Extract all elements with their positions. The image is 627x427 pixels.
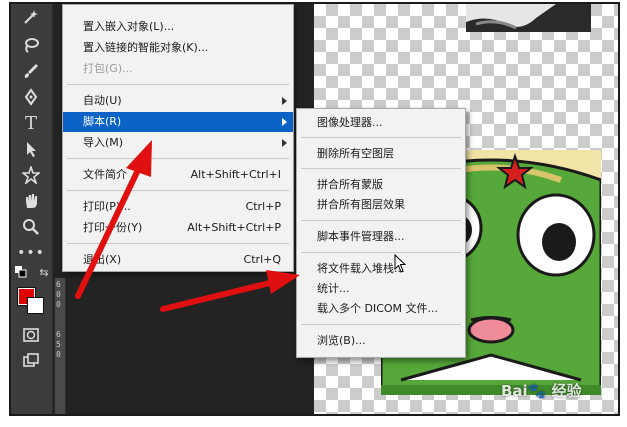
menu-divider (301, 220, 461, 221)
menu-divider (67, 158, 289, 159)
menu-item-automate[interactable]: 自动(U) (63, 91, 293, 111)
mouse-cursor-icon (394, 254, 407, 273)
menu-item-script-events-manager[interactable]: 脚本事件管理器... (297, 227, 465, 247)
menu-item-statistics[interactable]: 统计... (297, 279, 465, 299)
ruler-number: 6 (56, 330, 61, 339)
menu-divider (67, 243, 289, 244)
background-color-swatch[interactable] (27, 297, 44, 314)
vertical-ruler: 6 0 0 6 5 0 (55, 278, 66, 414)
hand-icon[interactable] (19, 190, 43, 212)
menu-item-label: 拼合所有蒙版 (317, 178, 383, 191)
watermark: Bai🐾 经验 (501, 382, 582, 400)
menu-item-label: 导入(M) (83, 136, 124, 149)
menu-item-label: 图像处理器... (317, 116, 383, 129)
menu-item-shortcut: Alt+Shift+Ctrl+P (187, 221, 281, 234)
brush-icon[interactable] (19, 60, 43, 82)
menu-item-label: 文件简介 (83, 168, 127, 181)
ruler-number: 0 (56, 350, 61, 359)
menu-item-scripts[interactable]: 脚本(R) (63, 112, 293, 132)
menu-item-file-info[interactable]: 文件简介 Alt+Shift+Ctrl+I (63, 165, 293, 185)
submenu-arrow-icon (282, 139, 287, 147)
menu-item-place-embedded[interactable]: 置入嵌入对象(L)... (63, 17, 293, 37)
file-menu: 置入嵌入对象(L)... 置入链接的智能对象(K)... 打包(G)... 自动… (62, 4, 294, 272)
menu-divider (301, 137, 461, 138)
menu-item-label: 将文件载入堆栈... (317, 262, 405, 275)
menu-item-delete-empty-layers[interactable]: 删除所有空图层 (297, 144, 465, 164)
menu-item-label: 脚本事件管理器... (317, 230, 405, 243)
menu-item-label: 浏览(B)... (317, 334, 366, 347)
ruler-number: 0 (56, 290, 61, 299)
menu-item-label: 脚本(R) (83, 115, 122, 128)
menu-item-print[interactable]: 打印(P)... Ctrl+P (63, 197, 293, 217)
menu-item-label: 载入多个 DICOM 文件... (317, 302, 439, 315)
menu-item-package[interactable]: 打包(G)... (63, 59, 293, 79)
menu-divider (301, 168, 461, 169)
menu-item-label: 置入嵌入对象(L)... (83, 20, 175, 33)
menu-item-place-linked[interactable]: 置入链接的智能对象(K)... (63, 38, 293, 58)
menu-item-exit[interactable]: 退出(X) Ctrl+Q (63, 250, 293, 270)
quick-mask-icon[interactable] (19, 324, 43, 346)
menu-item-print-one-copy[interactable]: 打印一份(Y) Alt+Shift+Ctrl+P (63, 218, 293, 238)
menu-item-shortcut: Alt+Shift+Ctrl+I (190, 168, 281, 181)
menu-divider (67, 190, 289, 191)
ruler-number: 6 (56, 280, 61, 289)
ruler-number: 5 (56, 340, 61, 349)
menu-item-label: 自动(U) (83, 94, 122, 107)
menu-item-shortcut: Ctrl+P (245, 200, 281, 213)
menu-item-shortcut: Ctrl+Q (243, 253, 281, 266)
menu-item-import[interactable]: 导入(M) (63, 133, 293, 153)
swap-colors-icon[interactable]: ⇆ (37, 266, 51, 279)
menu-item-label: 统计... (317, 282, 350, 295)
screen-mode-icon[interactable] (19, 350, 43, 372)
magic-wand-icon[interactable] (19, 6, 43, 28)
menu-item-label: 拼合所有图层效果 (317, 198, 405, 211)
menu-divider (67, 84, 289, 85)
menu-divider (301, 324, 461, 325)
tool-panel: T ••• ⇆ (11, 4, 53, 414)
menu-item-image-processor[interactable]: 图像处理器... (297, 113, 465, 133)
zoom-icon[interactable] (19, 216, 43, 238)
menu-item-label: 置入链接的智能对象(K)... (83, 41, 209, 54)
submenu-arrow-icon (282, 97, 287, 105)
default-colors-icon[interactable] (15, 266, 29, 278)
photoshop-window: T ••• ⇆ 6 0 0 6 5 0 置入嵌入对象(L)... 置入链接的智能… (9, 2, 620, 416)
menu-item-load-files-into-stack[interactable]: 将文件载入堆栈... (297, 259, 465, 279)
photo-layer (466, 4, 591, 32)
custom-shape-icon[interactable] (19, 164, 43, 186)
scripts-submenu: 图像处理器... 删除所有空图层 拼合所有蒙版 拼合所有图层效果 脚本事件管理器… (296, 108, 466, 358)
menu-item-label: 打包(G)... (83, 62, 133, 75)
more-icon[interactable]: ••• (17, 242, 44, 264)
ruler-number: 0 (56, 300, 61, 309)
menu-item-flatten-all-masks[interactable]: 拼合所有蒙版 (297, 175, 465, 195)
lasso-icon[interactable] (19, 34, 43, 56)
menu-item-label: 打印(P)... (83, 200, 131, 213)
menu-item-browse[interactable]: 浏览(B)... (297, 331, 465, 351)
menu-divider (301, 252, 461, 253)
menu-item-label: 删除所有空图层 (317, 147, 394, 160)
menu-item-flatten-layer-effects[interactable]: 拼合所有图层效果 (297, 195, 465, 215)
pen-icon[interactable] (19, 86, 43, 108)
submenu-arrow-icon (282, 118, 287, 126)
menu-item-label: 退出(X) (83, 253, 122, 266)
menu-item-load-dicom-files[interactable]: 载入多个 DICOM 文件... (297, 299, 465, 319)
type-icon[interactable]: T (19, 112, 43, 134)
path-select-icon[interactable] (19, 138, 43, 160)
menu-item-label: 打印一份(Y) (83, 221, 143, 234)
